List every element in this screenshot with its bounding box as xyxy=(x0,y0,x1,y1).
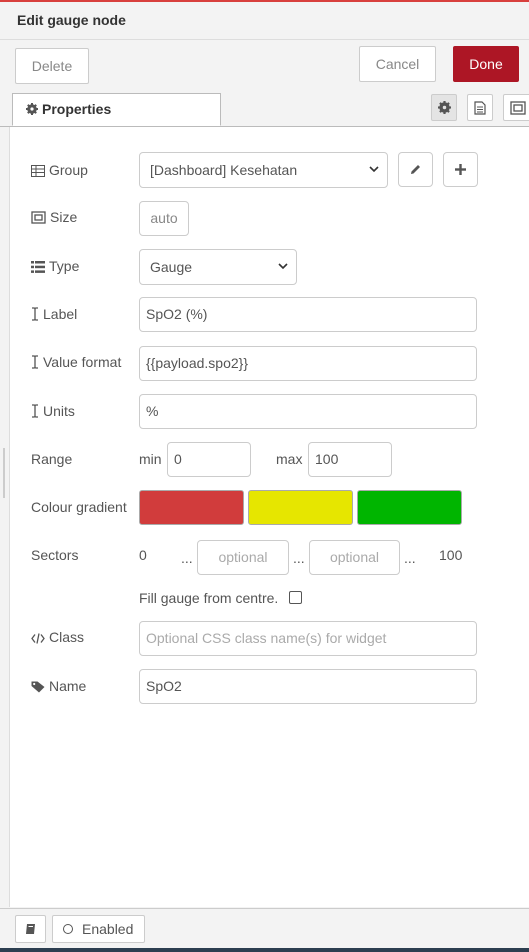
sectors-dots: ... xyxy=(404,550,416,566)
circle-icon xyxy=(63,924,73,934)
units-label: Units xyxy=(31,403,75,419)
name-input[interactable]: SpO2 xyxy=(139,669,477,704)
range-max-label: max xyxy=(276,451,303,467)
colour-swatch-mid[interactable] xyxy=(248,490,353,525)
colour-gradient-label: Colour gradient xyxy=(31,499,127,515)
pencil-icon xyxy=(411,165,420,174)
fill-centre-label: Fill gauge from centre. xyxy=(139,590,279,606)
value-format-input[interactable]: {{payload.spo2}} xyxy=(139,346,477,381)
sectors-dots: ... xyxy=(293,550,305,566)
code-icon xyxy=(31,633,45,644)
description-icon xyxy=(474,101,486,115)
sector-1-input[interactable]: optional xyxy=(197,540,289,575)
fill-centre-checkbox[interactable] xyxy=(289,591,302,604)
tab-properties[interactable]: Properties xyxy=(12,93,221,126)
name-label: Name xyxy=(31,678,86,694)
range-min-label: min xyxy=(139,451,162,467)
properties-tab-icon-button[interactable] xyxy=(431,94,457,121)
done-button[interactable]: Done xyxy=(453,46,519,82)
range-label: Range xyxy=(31,451,73,467)
gear-icon xyxy=(438,101,451,114)
enabled-toggle[interactable]: Enabled xyxy=(52,915,145,943)
type-select[interactable]: Gauge xyxy=(139,249,297,285)
group-label: Group xyxy=(31,162,88,178)
tab-bar: Properties xyxy=(0,90,529,127)
description-tab-button[interactable] xyxy=(467,94,493,121)
appearance-tab-button[interactable] xyxy=(503,94,529,121)
tag-icon xyxy=(31,681,45,693)
class-input[interactable]: Optional CSS class name(s) for widget xyxy=(139,621,477,656)
sectors-dots: ... xyxy=(181,550,193,566)
sector-2-input[interactable]: optional xyxy=(309,540,400,575)
text-cursor-icon xyxy=(32,404,38,418)
chevron-down-icon xyxy=(278,263,288,270)
sectors-label: Sectors xyxy=(31,547,79,563)
tray-toolbar: Delete Cancel Done xyxy=(0,40,529,90)
resize-handle[interactable] xyxy=(3,448,5,498)
range-max-input[interactable]: 100 xyxy=(308,442,392,477)
tab-properties-label: Properties xyxy=(42,101,112,117)
class-label: Class xyxy=(31,629,84,645)
colour-swatch-high[interactable] xyxy=(357,490,462,525)
appearance-icon xyxy=(510,101,526,115)
cancel-button[interactable]: Cancel xyxy=(359,46,436,82)
plus-icon xyxy=(455,164,466,175)
colour-swatch-low[interactable] xyxy=(139,490,244,525)
text-cursor-icon xyxy=(32,307,38,321)
edit-group-button[interactable] xyxy=(398,152,433,187)
size-label: Size xyxy=(31,209,77,225)
properties-panel: Group [Dashboard] Kesehatan Size auto Ty… xyxy=(9,127,529,907)
sectors-start-value: 0 xyxy=(139,547,147,563)
tray-header: Edit gauge node xyxy=(0,2,529,40)
text-cursor-icon xyxy=(32,355,38,369)
group-select[interactable]: [Dashboard] Kesehatan xyxy=(139,152,388,188)
value-format-label: Value format xyxy=(31,354,121,370)
tray-footer: Enabled xyxy=(0,908,529,949)
label-input[interactable]: SpO2 (%) xyxy=(139,297,477,332)
units-input[interactable]: % xyxy=(139,394,477,429)
size-icon xyxy=(31,211,46,224)
bottom-edge xyxy=(0,948,529,952)
list-icon xyxy=(31,261,45,273)
delete-button[interactable]: Delete xyxy=(15,48,89,84)
table-icon xyxy=(31,165,45,177)
gear-icon xyxy=(26,103,38,115)
type-label: Type xyxy=(31,258,79,274)
chevron-down-icon xyxy=(369,166,379,173)
tray-title: Edit gauge node xyxy=(17,12,126,28)
sectors-end-value: 100 xyxy=(439,547,463,563)
help-book-button[interactable] xyxy=(15,915,46,943)
book-icon xyxy=(26,924,35,934)
add-group-button[interactable] xyxy=(443,152,478,187)
range-min-input[interactable]: 0 xyxy=(167,442,251,477)
size-button[interactable]: auto xyxy=(139,201,189,236)
label-field-label: Label xyxy=(31,306,77,322)
